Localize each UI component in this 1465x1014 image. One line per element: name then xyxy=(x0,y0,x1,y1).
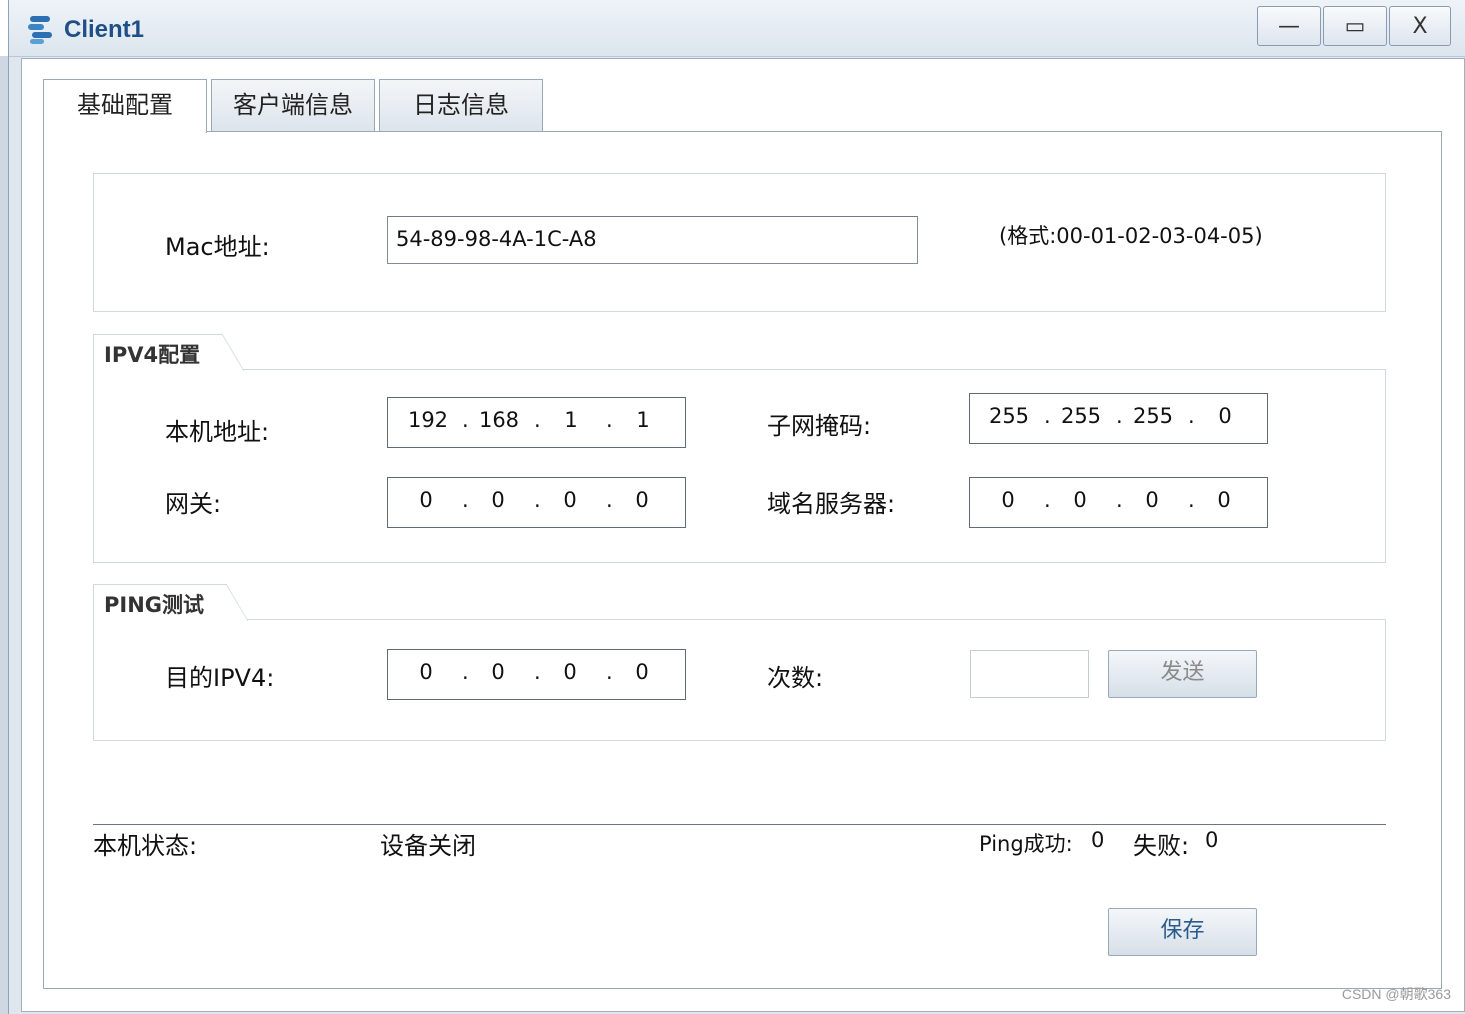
count-label: 次数: xyxy=(767,664,824,692)
gateway-octet-2[interactable]: 0 xyxy=(473,488,523,512)
mask-octet-4[interactable]: 0 xyxy=(1200,404,1250,428)
mac-label: Mac地址: xyxy=(165,233,270,261)
dot: . xyxy=(462,660,469,684)
ping-success-label: Ping成功: xyxy=(979,832,1073,856)
count-input[interactable] xyxy=(970,650,1089,698)
host-status-label: 本机状态: xyxy=(93,832,198,860)
subnet-mask-label: 子网掩码: xyxy=(767,412,872,440)
dns-server-input[interactable]: 0 . 0 . 0 . 0 xyxy=(969,477,1268,528)
host-address-input[interactable]: 192 . 168 . 1 . 1 xyxy=(387,397,686,448)
dns-octet-4[interactable]: 0 xyxy=(1199,488,1249,512)
client-app-icon xyxy=(28,16,52,44)
mac-format-hint: (格式:00-01-02-03-04-05) xyxy=(999,224,1263,248)
dot: . xyxy=(1116,488,1123,512)
tab-basic-config[interactable]: 基础配置 xyxy=(43,79,207,133)
status-divider xyxy=(93,824,1386,825)
dest-octet-1[interactable]: 0 xyxy=(401,660,451,684)
dns-octet-1[interactable]: 0 xyxy=(983,488,1033,512)
ping-success-count: 0 xyxy=(1091,828,1105,852)
mask-octet-3[interactable]: 255 xyxy=(1128,404,1178,428)
background-edge xyxy=(0,56,8,1014)
dot: . xyxy=(606,660,613,684)
close-button[interactable]: X xyxy=(1389,6,1451,46)
dns-octet-2[interactable]: 0 xyxy=(1055,488,1105,512)
dest-ipv4-label: 目的IPV4: xyxy=(165,664,275,692)
host-status-value: 设备关闭 xyxy=(380,832,476,860)
host-address-label: 本机地址: xyxy=(165,418,270,446)
fail-label: 失败: xyxy=(1133,832,1190,860)
dns-octet-3[interactable]: 0 xyxy=(1127,488,1177,512)
dest-octet-4[interactable]: 0 xyxy=(617,660,667,684)
gateway-input[interactable]: 0 . 0 . 0 . 0 xyxy=(387,477,686,528)
dest-octet-3[interactable]: 0 xyxy=(545,660,595,684)
dot: . xyxy=(534,408,541,432)
client-area: 基础配置 客户端信息 日志信息 Mac地址: 54-89-98-4A-1C-A8… xyxy=(21,58,1465,1012)
window-title: Client1 xyxy=(64,16,145,43)
dot: . xyxy=(1116,404,1123,428)
dest-ipv4-input[interactable]: 0 . 0 . 0 . 0 xyxy=(387,649,686,700)
dot: . xyxy=(462,408,469,432)
save-button[interactable]: 保存 xyxy=(1108,908,1257,956)
title-bar[interactable]: Client1 — ▭ X xyxy=(9,0,1465,57)
subnet-mask-input[interactable]: 255 . 255 . 255 . 0 xyxy=(969,393,1268,444)
mac-address-input[interactable]: 54-89-98-4A-1C-A8 xyxy=(387,216,918,264)
dns-server-label: 域名服务器: xyxy=(767,490,896,518)
tab-client-info[interactable]: 客户端信息 xyxy=(211,79,375,131)
dot: . xyxy=(606,488,613,512)
dot: . xyxy=(1188,488,1195,512)
gateway-label: 网关: xyxy=(165,490,222,518)
watermark-text: CSDN @朝歌363 xyxy=(1341,986,1451,1002)
dot: . xyxy=(534,488,541,512)
mask-octet-2[interactable]: 255 xyxy=(1056,404,1106,428)
minimize-button[interactable]: — xyxy=(1257,6,1321,46)
config-panel: Mac地址: 54-89-98-4A-1C-A8 (格式:00-01-02-03… xyxy=(43,131,1442,989)
gateway-octet-1[interactable]: 0 xyxy=(401,488,451,512)
fail-count: 0 xyxy=(1205,828,1219,852)
host-octet-3[interactable]: 1 xyxy=(546,408,596,432)
dot: . xyxy=(1044,404,1051,428)
dot: . xyxy=(606,408,613,432)
host-octet-4[interactable]: 1 xyxy=(618,408,668,432)
dot: . xyxy=(534,660,541,684)
maximize-button[interactable]: ▭ xyxy=(1323,6,1387,46)
dest-octet-2[interactable]: 0 xyxy=(473,660,523,684)
gateway-octet-3[interactable]: 0 xyxy=(545,488,595,512)
ping-section-title: PING测试 xyxy=(93,584,248,621)
dot: . xyxy=(1044,488,1051,512)
mask-octet-1[interactable]: 255 xyxy=(984,404,1034,428)
dot: . xyxy=(1188,404,1195,428)
send-button[interactable]: 发送 xyxy=(1108,650,1257,698)
client-window: Client1 — ▭ X 基础配置 客户端信息 日志信息 Mac地址: 54-… xyxy=(8,0,1465,1014)
ipv4-section-title: IPV4配置 xyxy=(93,334,244,371)
dot: . xyxy=(462,488,469,512)
host-octet-2[interactable]: 168 xyxy=(474,408,524,432)
tab-log-info[interactable]: 日志信息 xyxy=(379,79,543,131)
gateway-octet-4[interactable]: 0 xyxy=(617,488,667,512)
host-octet-1[interactable]: 192 xyxy=(403,408,453,432)
